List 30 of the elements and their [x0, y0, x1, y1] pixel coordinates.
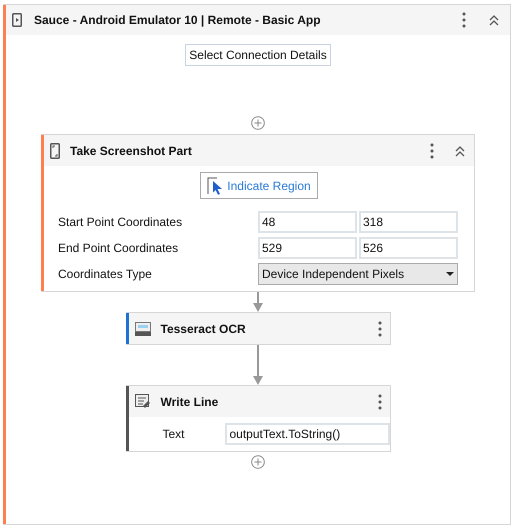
- collapse-icon[interactable]: [454, 144, 466, 156]
- phone-icon: [50, 142, 60, 158]
- more-options-icon[interactable]: [430, 142, 434, 158]
- activity-title: Take Screenshot Part: [70, 142, 193, 160]
- field-label: End Point Coordinates: [58, 240, 180, 257]
- connector-arrow: [253, 292, 263, 312]
- connector-arrow: [253, 345, 263, 385]
- coordinate-field[interactable]: 318: [359, 211, 458, 233]
- ocr-icon: [134, 322, 150, 336]
- more-options-icon[interactable]: [378, 320, 382, 336]
- phone-icon: [12, 13, 22, 27]
- text-field[interactable]: outputText.ToString(): [224, 423, 390, 445]
- activity-title: Tesseract OCR: [160, 320, 247, 338]
- add-icon[interactable]: [251, 455, 265, 469]
- more-options-icon[interactable]: [462, 12, 466, 28]
- coordinate-field[interactable]: 48: [258, 211, 357, 233]
- collapse-icon[interactable]: [488, 14, 500, 26]
- activity-title: Write Line: [160, 394, 220, 410]
- indicate-region-button[interactable]: Indicate Region: [200, 172, 318, 199]
- field-label: Coordinates Type: [58, 266, 153, 283]
- more-options-icon[interactable]: [378, 394, 382, 410]
- coordinate-field[interactable]: 526: [359, 237, 458, 259]
- add-icon[interactable]: [251, 116, 265, 130]
- select-connection-button[interactable]: Select Connection Details: [185, 44, 331, 66]
- field-label: Start Point Coordinates: [58, 214, 184, 231]
- coordinate-field[interactable]: 529: [258, 237, 357, 259]
- dropdown-caret-icon: [446, 272, 454, 276]
- field-label: Text: [162, 426, 186, 443]
- dropdown[interactable]: Device Independent Pixels: [258, 263, 458, 285]
- sequence-title: Sauce - Android Emulator 10 | Remote - Basic App: [34, 12, 322, 29]
